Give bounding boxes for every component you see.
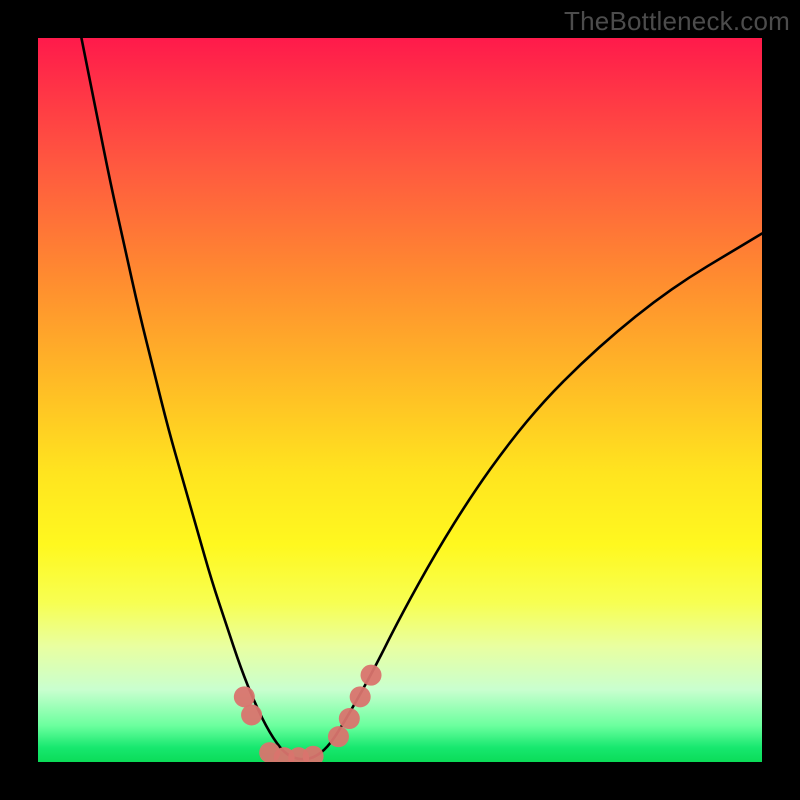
curve-layer xyxy=(38,38,762,762)
curve-marker xyxy=(234,686,255,707)
curve-marker xyxy=(328,726,349,747)
curve-marker xyxy=(339,708,360,729)
curve-marker xyxy=(241,704,262,725)
bottleneck-curve xyxy=(81,38,762,759)
curve-marker xyxy=(350,686,371,707)
curve-markers xyxy=(234,665,382,762)
plot-area xyxy=(38,38,762,762)
curve-marker xyxy=(303,746,324,762)
curve-marker xyxy=(361,665,382,686)
chart-frame: TheBottleneck.com xyxy=(0,0,800,800)
watermark-text: TheBottleneck.com xyxy=(564,6,790,37)
